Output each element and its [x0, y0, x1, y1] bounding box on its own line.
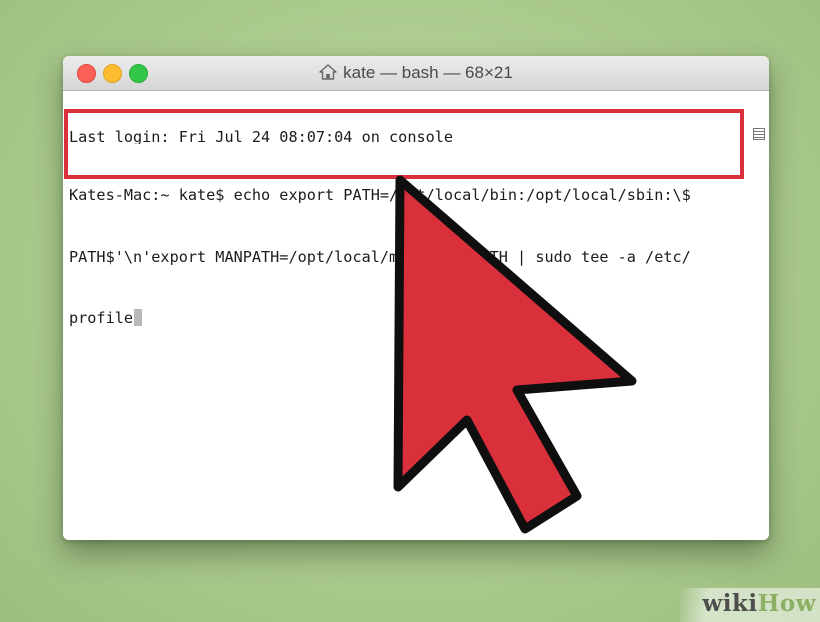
pointer-arrow-icon [393, 175, 637, 534]
watermark-logo: wikiHow [702, 590, 816, 617]
wikihow-watermark: wikiHow [680, 588, 820, 622]
watermark-wiki: wiki [702, 590, 758, 617]
watermark-how: How [757, 590, 816, 617]
